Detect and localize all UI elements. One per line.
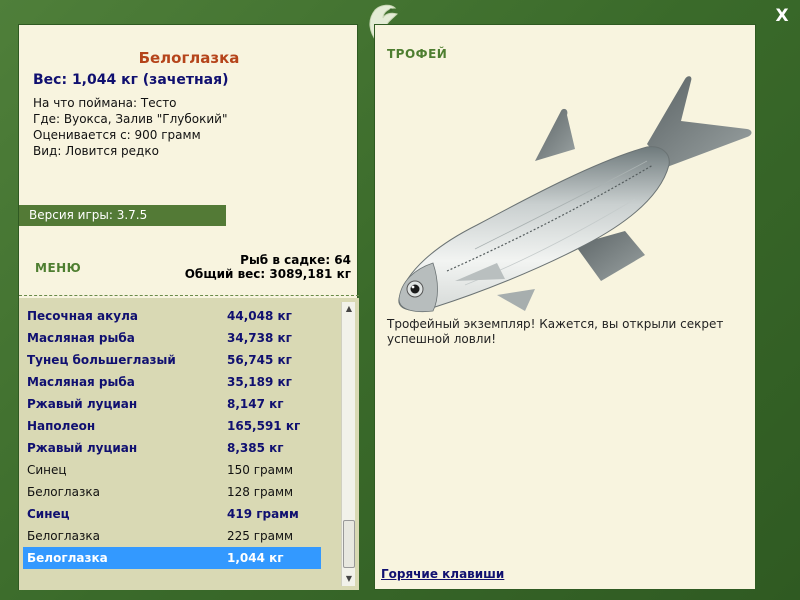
catch-fish-name: Белоглазка bbox=[27, 529, 100, 543]
fish-image bbox=[398, 76, 752, 313]
catch-fish-name: Масляная рыба bbox=[27, 331, 135, 345]
catch-fish-name: Песочная акула bbox=[27, 309, 138, 323]
catch-fish-weight: 56,745 кг bbox=[227, 353, 292, 367]
fish-name: Белоглазка bbox=[138, 49, 240, 67]
fish-bait: На что поймана: Тесто bbox=[33, 96, 177, 110]
catch-fish-weight: 1,044 кг bbox=[227, 551, 284, 565]
catch-fish-weight: 8,385 кг bbox=[227, 441, 284, 455]
scrollbar[interactable]: ▲ ▼ bbox=[341, 302, 355, 586]
catch-list-item[interactable]: Белоглазка 128 грамм bbox=[23, 481, 321, 503]
fish-kind: Вид: Ловится редко bbox=[33, 144, 159, 158]
catch-list-item[interactable]: Наполеон 165,591 кг bbox=[23, 415, 321, 437]
scroll-up-icon[interactable]: ▲ bbox=[342, 302, 356, 316]
scroll-down-icon[interactable]: ▼ bbox=[342, 572, 356, 586]
hotkeys-link[interactable]: Горячие клавиши bbox=[381, 567, 504, 581]
catch-fish-weight: 225 грамм bbox=[227, 529, 294, 543]
catch-list-area: Песочная акула 44,048 кг Масляная рыба 34,7… bbox=[19, 298, 359, 590]
catch-list-item[interactable]: Ржавый луциан 8,385 кг bbox=[23, 437, 321, 459]
catch-fish-weight: 35,189 кг bbox=[227, 375, 292, 389]
divider bbox=[19, 295, 359, 296]
catch-fish-name: Синец bbox=[27, 507, 70, 521]
left-panel: Белоглазка Вес: 1,044 кг (зачетная) На ч… bbox=[18, 24, 359, 590]
catch-fish-name: Наполеон bbox=[27, 419, 96, 433]
fish-count: Рыб в садке: 64 bbox=[240, 253, 351, 267]
catch-fish-name: Белоглазка bbox=[27, 485, 100, 499]
catch-list-item[interactable]: Белоглазка 225 грамм bbox=[23, 525, 321, 547]
catch-list-item[interactable]: Тунец большеглазый 56,745 кг bbox=[23, 349, 321, 371]
catch-list-item[interactable]: Синец 150 грамм bbox=[23, 459, 321, 481]
catch-fish-name: Синец bbox=[27, 463, 67, 477]
close-button[interactable]: X bbox=[772, 6, 792, 26]
fish-info: На что поймана: Тесто Где: Вуокса, Залив… bbox=[33, 95, 227, 159]
catch-fish-weight: 419 грамм bbox=[227, 507, 299, 521]
scroll-thumb[interactable] bbox=[343, 520, 355, 568]
catch-fish-weight: 44,048 кг bbox=[227, 309, 292, 323]
catch-list-item[interactable]: Ржавый луциан 8,147 кг bbox=[23, 393, 321, 415]
total-weight: Общий вес: 3089,181 кг bbox=[184, 267, 351, 281]
fish-weight: Вес: 1,044 кг (зачетная) bbox=[33, 72, 229, 88]
catch-fish-name: Масляная рыба bbox=[27, 375, 135, 389]
catch-fish-weight: 8,147 кг bbox=[227, 397, 284, 411]
fish-valued-from: Оценивается с: 900 грамм bbox=[33, 128, 201, 142]
keepnet-stats: Рыб в садке: 64 Общий вес: 3089,181 кг bbox=[185, 253, 351, 281]
catch-fish-name: Ржавый луциан bbox=[27, 441, 138, 455]
fish-place: Где: Вуокса, Залив "Глубокий" bbox=[33, 112, 228, 126]
catch-fish-name: Тунец большеглазый bbox=[27, 353, 176, 367]
version-bar: Версия игры: 3.7.5 bbox=[19, 205, 226, 226]
trophy-description: Трофейный экземпляр! Кажется, вы открыли… bbox=[387, 317, 724, 346]
catch-fish-weight: 165,591 кг bbox=[227, 419, 301, 433]
catch-fish-weight: 128 грамм bbox=[227, 485, 294, 499]
catch-fish-name: Белоглазка bbox=[27, 551, 108, 565]
catch-list-item[interactable]: Синец 419 грамм bbox=[23, 503, 321, 525]
menu-button[interactable]: МЕНЮ bbox=[35, 261, 81, 275]
catch-list-item[interactable]: Песочная акула 44,048 кг bbox=[23, 305, 321, 327]
catch-list: Песочная акула 44,048 кг Масляная рыба 34,7… bbox=[23, 305, 321, 569]
catch-list-item[interactable]: Белоглазка 1,044 кг bbox=[23, 547, 321, 569]
catch-fish-name: Ржавый луциан bbox=[27, 397, 138, 411]
catch-list-item[interactable]: Масляная рыба 34,738 кг bbox=[23, 327, 321, 349]
right-panel: ТРОФЕЙ Трофейный экземпляр! Кажется, вы … bbox=[374, 24, 756, 590]
catch-fish-weight: 150 грамм bbox=[227, 463, 294, 477]
catch-list-item[interactable]: Масляная рыба 35,189 кг bbox=[23, 371, 321, 393]
catch-fish-weight: 34,738 кг bbox=[227, 331, 292, 345]
